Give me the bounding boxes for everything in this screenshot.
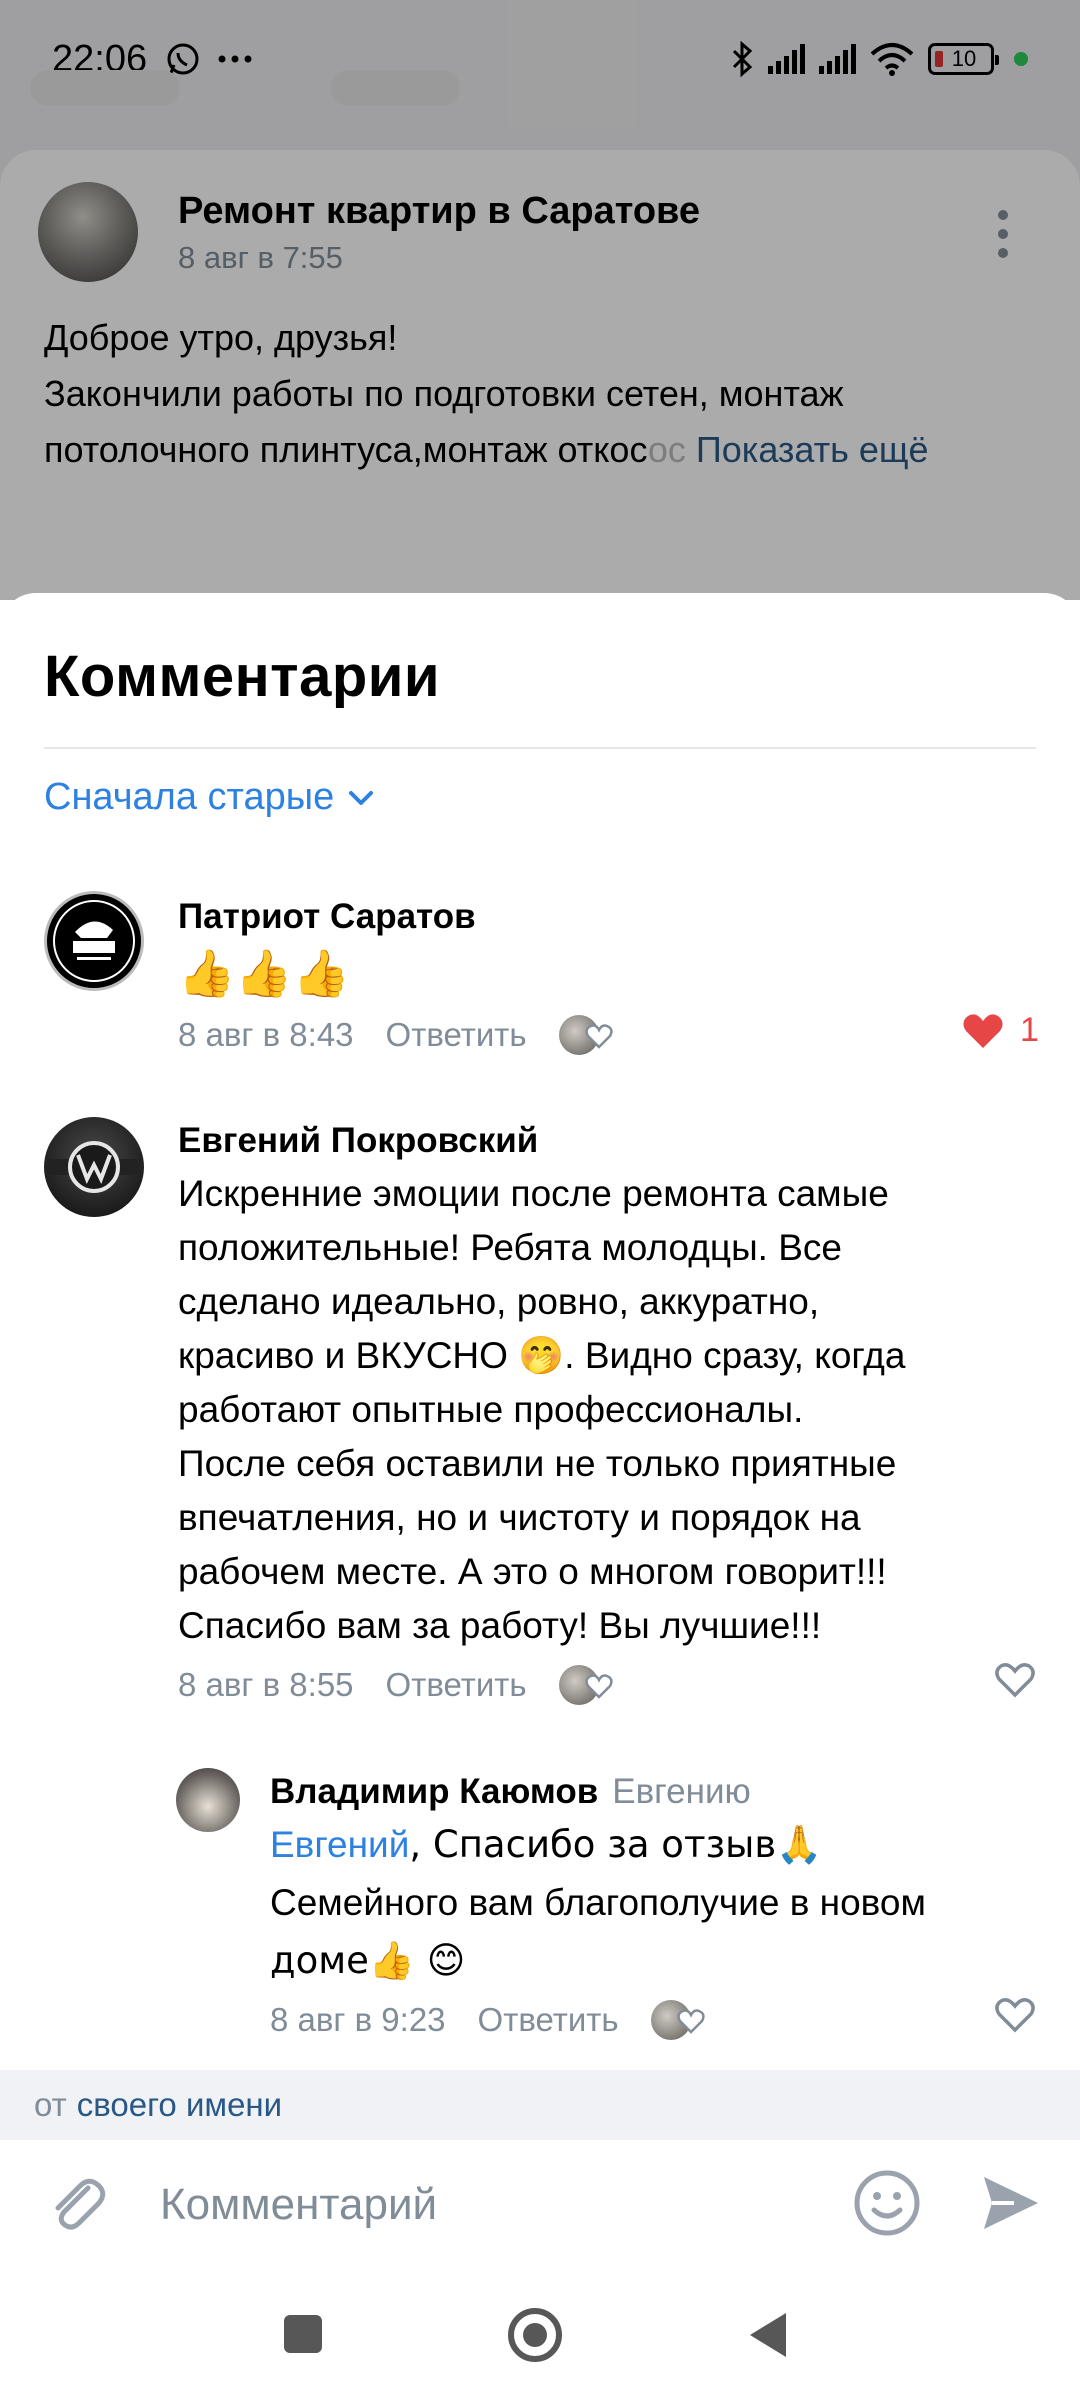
like-button[interactable] <box>994 1996 1036 2034</box>
reply-button[interactable]: Ответить <box>386 1016 527 1054</box>
comment-fragment: , Спасибо за отзыв🙏 <box>409 1823 823 1866</box>
reply-author[interactable]: Владимир Каюмов <box>270 1772 598 1811</box>
like-button[interactable] <box>994 1661 1036 1699</box>
comment-item: Евгений Покровский Искренние эмоции посл… <box>0 1113 1080 1733</box>
sort-label: Сначала старые <box>44 776 335 818</box>
comment-date: 8 авг в 8:55 <box>178 1666 354 1703</box>
comment-line: Спасибо вам за работу! Вы лучшие!!! <box>178 1605 822 1646</box>
comment-line: После себя оставили не только приятные <box>178 1443 897 1484</box>
comment-line: доме👍 😊 <box>270 1939 466 1982</box>
comment-line: Евгений, Спасибо за отзыв🙏 <box>270 1816 1050 1874</box>
heart-filled-icon <box>963 1013 1003 1048</box>
avatar[interactable] <box>44 1117 144 1217</box>
comment-line: Искренние эмоции после ремонта самые <box>178 1173 889 1214</box>
comment-line: Семейного вам благополучие в новом <box>270 1882 926 1923</box>
comment-input[interactable]: Комментарий <box>160 2180 437 2230</box>
comment-line: впечатления, но и чистоту и порядок на <box>178 1497 861 1538</box>
comment-date: 8 авг в 8:43 <box>178 1016 354 1053</box>
divider <box>44 747 1036 749</box>
emoji-icon[interactable] <box>852 2168 922 2238</box>
small-heart-icon <box>584 1024 613 1049</box>
recents-button-icon[interactable] <box>284 2315 322 2353</box>
vw-logo-icon <box>48 1141 140 1193</box>
send-icon[interactable] <box>980 2173 1042 2233</box>
system-nav-bar <box>0 2270 1080 2400</box>
comment-meta: 8 авг в 8:55 Ответить <box>178 1663 617 1707</box>
like-button[interactable]: 1 <box>962 1011 1039 1050</box>
reply-to-label[interactable]: Евгению <box>612 1772 751 1811</box>
comment-line: красиво и ВКУСНО 🤭. Видно сразу, когда <box>178 1329 1038 1383</box>
comment-line: положительные! Ребята молодцы. Все <box>178 1227 842 1268</box>
from-prefix: от <box>34 2086 67 2123</box>
post-as-selector[interactable]: от своего имени <box>0 2070 1080 2140</box>
comment-fragment: . Видно сразу, когда <box>564 1335 906 1376</box>
patriot-logo-icon <box>53 900 135 982</box>
liked-by-avatar[interactable] <box>558 1013 617 1057</box>
avatar[interactable] <box>176 1768 240 1832</box>
comment-meta: 8 авг в 8:43 Ответить <box>178 1013 617 1057</box>
comment-line: работают опытные профессионалы. <box>178 1389 804 1430</box>
sheet-title: Комментарии <box>44 644 441 709</box>
emoji-face-icon: 🤭 <box>518 1334 565 1377</box>
comment-meta: 8 авг в 9:23 Ответить <box>270 1998 709 2042</box>
comment-fragment: красиво и ВКУСНО <box>178 1335 508 1376</box>
heart-outline-icon <box>995 1663 1035 1698</box>
home-button-icon[interactable] <box>508 2308 562 2362</box>
comment-date: 8 авг в 9:23 <box>270 2001 446 2038</box>
dim-overlay[interactable] <box>0 0 1080 600</box>
avatar[interactable] <box>44 891 144 991</box>
attach-icon[interactable] <box>44 2172 110 2238</box>
comment-text: 👍👍👍 <box>178 946 350 1000</box>
like-count: 1 <box>1020 1011 1039 1049</box>
comment-line: сделано идеально, ровно, аккуратно, <box>178 1281 820 1322</box>
comment-composer: Комментарий <box>0 2140 1080 2270</box>
small-heart-icon <box>584 1674 613 1699</box>
comment-text: Искренние эмоции после ремонта самые пол… <box>178 1167 1038 1653</box>
small-heart-icon <box>676 2009 705 2034</box>
sort-dropdown[interactable]: Сначала старые <box>44 776 374 819</box>
comment-author[interactable]: Евгений Покровский <box>178 1121 538 1161</box>
back-button-icon[interactable] <box>750 2313 786 2357</box>
liked-by-avatar[interactable] <box>650 1998 709 2042</box>
comment-reply-item: Владимир Каюмов Евгению Евгений, Спасибо … <box>0 1768 1080 2068</box>
comment-line: рабочем месте. А это о многом говорит!!! <box>178 1551 887 1592</box>
reply-button[interactable]: Ответить <box>386 1666 527 1704</box>
heart-outline-icon <box>995 1998 1035 2033</box>
liked-by-avatar[interactable] <box>558 1663 617 1707</box>
from-name-link[interactable]: своего имени <box>77 2086 282 2124</box>
comment-author[interactable]: Патриот Саратов <box>178 897 476 937</box>
reply-button[interactable]: Ответить <box>478 2001 619 2039</box>
comment-text: Евгений, Спасибо за отзыв🙏 Семейного вам… <box>270 1816 1050 1990</box>
mention-link[interactable]: Евгений <box>270 1824 409 1865</box>
comment-author: Владимир Каюмов Евгению <box>270 1772 751 1812</box>
chevron-down-icon <box>349 790 374 805</box>
comment-item: Патриот Саратов 👍👍👍 8 авг в 8:43 Ответит… <box>0 883 1080 1063</box>
